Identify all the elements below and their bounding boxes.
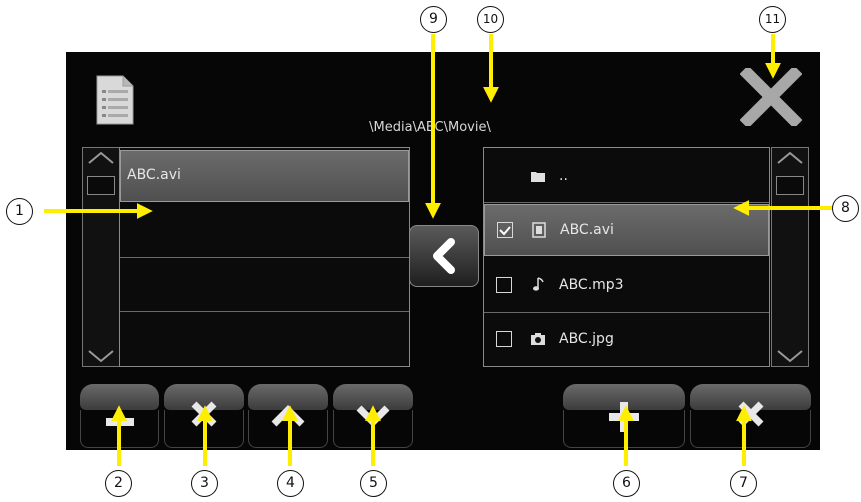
callout-6: 6 xyxy=(613,470,640,497)
callout-3: 3 xyxy=(191,470,218,497)
callout-7: 7 xyxy=(730,470,757,497)
callout-9: 9 xyxy=(420,6,447,33)
callout-10: 10 xyxy=(477,6,504,33)
callout-1: 1 xyxy=(6,198,33,225)
callout-8: 8 xyxy=(832,195,859,222)
callout-4: 4 xyxy=(277,470,304,497)
callout-5: 5 xyxy=(360,470,387,497)
callout-11: 11 xyxy=(759,6,786,33)
callout-arrows xyxy=(44,34,835,466)
callout-2: 2 xyxy=(105,470,132,497)
